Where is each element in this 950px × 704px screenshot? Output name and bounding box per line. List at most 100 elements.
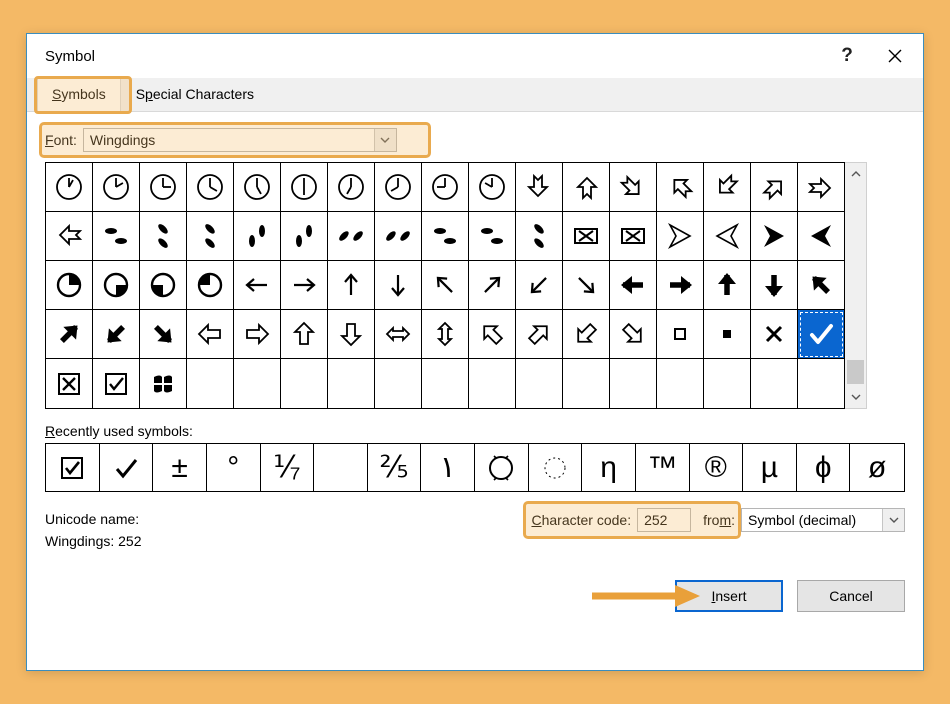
- symbol-cell[interactable]: [704, 163, 751, 212]
- font-combobox[interactable]: [83, 128, 397, 152]
- symbol-cell[interactable]: [657, 212, 704, 261]
- symbol-cell[interactable]: [563, 310, 610, 359]
- symbol-cell[interactable]: [563, 359, 610, 408]
- recent-symbol-cell[interactable]: ±: [153, 444, 207, 491]
- symbol-cell[interactable]: [657, 359, 704, 408]
- symbol-cell[interactable]: [610, 163, 657, 212]
- symbol-cell[interactable]: [563, 261, 610, 310]
- symbol-cell[interactable]: [46, 261, 93, 310]
- symbol-cell[interactable]: [422, 261, 469, 310]
- symbol-cell[interactable]: [328, 163, 375, 212]
- symbol-cell[interactable]: [93, 163, 140, 212]
- scroll-thumb[interactable]: [847, 360, 864, 384]
- font-input[interactable]: [84, 129, 374, 151]
- symbol-cell[interactable]: [798, 359, 845, 408]
- symbol-cell[interactable]: [422, 212, 469, 261]
- from-combobox[interactable]: [741, 508, 905, 532]
- symbol-cell[interactable]: [328, 212, 375, 261]
- symbol-cell[interactable]: [375, 359, 422, 408]
- recent-symbol-cell[interactable]: ™: [636, 444, 690, 491]
- symbol-cell[interactable]: [657, 310, 704, 359]
- symbol-cell[interactable]: [281, 261, 328, 310]
- recent-symbol-cell[interactable]: ø: [850, 444, 904, 491]
- symbol-cell[interactable]: [328, 359, 375, 408]
- recent-symbol-cell[interactable]: ɸ: [797, 444, 851, 491]
- symbol-cell[interactable]: [234, 212, 281, 261]
- scroll-up-button[interactable]: [845, 163, 866, 185]
- recent-symbol-cell[interactable]: ®: [690, 444, 744, 491]
- symbol-cell[interactable]: [46, 163, 93, 212]
- symbol-cell[interactable]: [469, 359, 516, 408]
- symbol-cell[interactable]: [751, 261, 798, 310]
- symbol-cell[interactable]: [751, 310, 798, 359]
- recent-symbol-cell[interactable]: [314, 444, 368, 491]
- symbol-cell[interactable]: [140, 212, 187, 261]
- symbol-cell[interactable]: [375, 212, 422, 261]
- symbol-cell[interactable]: [422, 310, 469, 359]
- symbol-cell[interactable]: [187, 212, 234, 261]
- symbol-cell[interactable]: [657, 261, 704, 310]
- symbol-cell[interactable]: [140, 359, 187, 408]
- recent-symbol-cell[interactable]: [529, 444, 583, 491]
- help-button[interactable]: ?: [823, 38, 871, 74]
- symbol-cell[interactable]: [281, 212, 328, 261]
- symbol-cell[interactable]: [563, 163, 610, 212]
- symbol-cell[interactable]: [798, 310, 845, 359]
- symbol-cell[interactable]: [657, 163, 704, 212]
- recent-symbol-cell[interactable]: ١: [421, 444, 475, 491]
- symbol-cell[interactable]: [46, 310, 93, 359]
- char-code-input[interactable]: [637, 508, 691, 532]
- symbol-cell[interactable]: [375, 163, 422, 212]
- from-input[interactable]: [742, 509, 882, 531]
- symbol-cell[interactable]: [187, 163, 234, 212]
- symbol-cell[interactable]: [140, 310, 187, 359]
- symbol-cell[interactable]: [469, 310, 516, 359]
- tab-symbols[interactable]: Symbols: [37, 78, 121, 111]
- symbol-cell[interactable]: [328, 310, 375, 359]
- symbol-cell[interactable]: [798, 212, 845, 261]
- symbol-cell[interactable]: [328, 261, 375, 310]
- recent-symbol-cell[interactable]: °: [207, 444, 261, 491]
- symbol-cell[interactable]: [422, 359, 469, 408]
- symbol-cell[interactable]: [93, 212, 140, 261]
- symbol-cell[interactable]: [610, 359, 657, 408]
- symbol-cell[interactable]: [704, 310, 751, 359]
- symbol-cell[interactable]: [281, 310, 328, 359]
- cancel-button[interactable]: Cancel: [797, 580, 905, 612]
- symbol-cell[interactable]: [93, 261, 140, 310]
- symbol-cell[interactable]: [563, 212, 610, 261]
- symbol-cell[interactable]: [751, 359, 798, 408]
- scrollbar[interactable]: [845, 162, 867, 409]
- recent-symbol-cell[interactable]: ⅟₇: [261, 444, 315, 491]
- symbol-cell[interactable]: [704, 212, 751, 261]
- recent-symbol-cell[interactable]: [475, 444, 529, 491]
- symbol-cell[interactable]: [187, 261, 234, 310]
- symbol-cell[interactable]: [516, 261, 563, 310]
- recent-symbol-cell[interactable]: ⅖: [368, 444, 422, 491]
- symbol-cell[interactable]: [516, 212, 563, 261]
- symbol-cell[interactable]: [516, 163, 563, 212]
- chevron-down-icon[interactable]: [374, 129, 396, 151]
- symbol-cell[interactable]: [610, 310, 657, 359]
- recent-symbol-cell[interactable]: η: [582, 444, 636, 491]
- symbol-cell[interactable]: [234, 310, 281, 359]
- symbol-cell[interactable]: [751, 163, 798, 212]
- recent-symbol-cell[interactable]: µ: [743, 444, 797, 491]
- symbol-cell[interactable]: [140, 163, 187, 212]
- symbol-cell[interactable]: [187, 359, 234, 408]
- symbol-cell[interactable]: [516, 359, 563, 408]
- symbol-cell[interactable]: [751, 212, 798, 261]
- scroll-down-button[interactable]: [845, 386, 866, 408]
- recent-symbol-cell[interactable]: [100, 444, 154, 491]
- symbol-cell[interactable]: [93, 359, 140, 408]
- symbol-cell[interactable]: [469, 261, 516, 310]
- symbol-cell[interactable]: [187, 310, 234, 359]
- symbol-cell[interactable]: [704, 261, 751, 310]
- recent-symbol-cell[interactable]: [46, 444, 100, 491]
- symbol-cell[interactable]: [234, 359, 281, 408]
- symbol-cell[interactable]: [704, 359, 751, 408]
- symbol-cell[interactable]: [469, 212, 516, 261]
- symbol-cell[interactable]: [46, 212, 93, 261]
- close-button[interactable]: [871, 38, 919, 74]
- symbol-cell[interactable]: [375, 310, 422, 359]
